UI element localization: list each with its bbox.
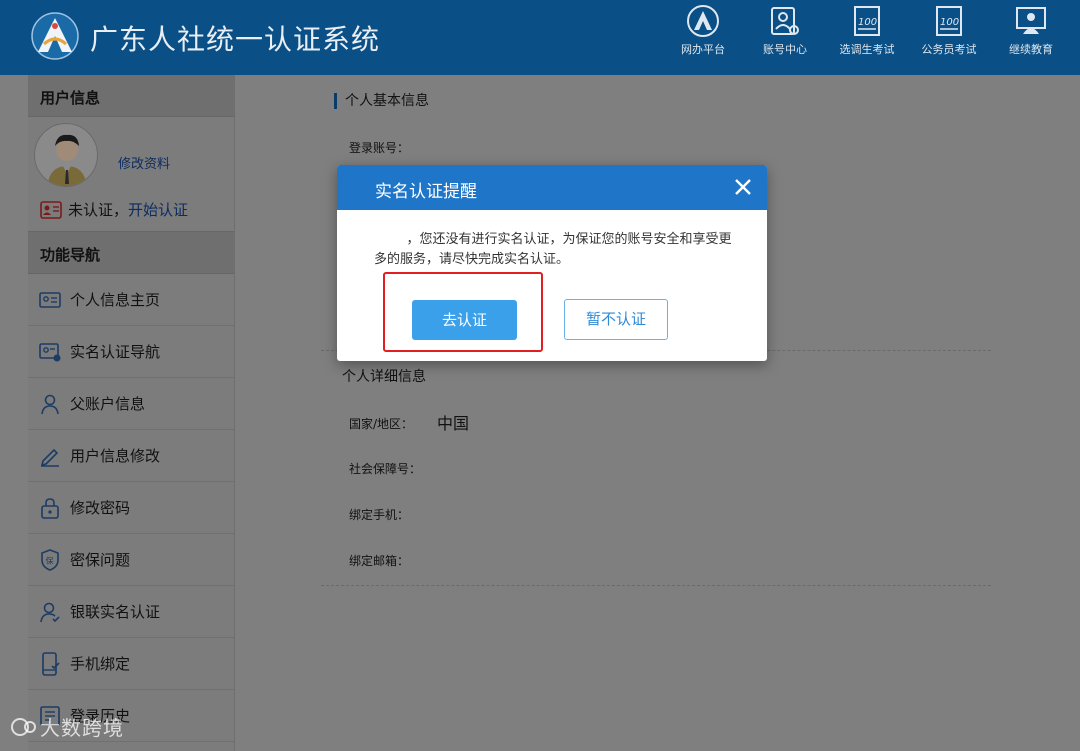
sidebar-item-label: 密保问题	[70, 551, 131, 569]
svg-text:100: 100	[858, 17, 877, 28]
bound-phone-label: 绑定手机：	[349, 508, 410, 522]
nav-label: 选调生考试	[839, 43, 895, 56]
sidebar-item-security-question[interactable]: 保 密保问题	[28, 534, 234, 586]
edit-profile-link[interactable]: 修改资料	[118, 153, 170, 172]
exam-paper-icon: 100	[936, 6, 962, 36]
user-card-icon	[771, 7, 799, 35]
dialog-message: ，您还没有进行实名认证，为保证您的账号安全和享受更多的服务，请尽快完成实名认证。	[374, 232, 732, 267]
phone-icon	[42, 651, 60, 676]
unverified-id-icon	[40, 200, 62, 219]
sidebar-item-unionpay-auth[interactable]: 银联实名认证	[28, 586, 234, 638]
country-value: 中国	[437, 414, 470, 433]
user-box: 修改资料 未认证， 开始认证	[28, 117, 234, 232]
nav-item-account-center[interactable]: 账号中心	[744, 0, 826, 75]
dialog-header: 实名认证提醒	[337, 165, 767, 210]
nav-label: 账号中心	[763, 43, 807, 56]
sidebar-item-label: 个人信息主页	[70, 291, 161, 309]
watermark: 大数跨境	[10, 712, 124, 741]
person-check-icon	[40, 602, 60, 622]
verify-card-icon	[39, 342, 61, 361]
sidebar-item-label: 父账户信息	[70, 395, 146, 413]
skip-verify-button[interactable]: 暂不认证	[564, 299, 668, 340]
lock-icon	[41, 497, 59, 519]
avatar[interactable]	[34, 123, 98, 187]
sidebar-item-realname-nav[interactable]: 实名认证导航	[28, 326, 234, 378]
login-account-label: 登录账号：	[349, 141, 410, 155]
sidebar-item-label: 实名认证导航	[70, 343, 161, 361]
nav-label: 继续教育	[1009, 43, 1053, 56]
sidebar-item-label: 用户信息修改	[70, 447, 161, 465]
top-header: 广东人社统一认证系统 网办平台 账号中心 100 选调生考试 100 公务员考试…	[0, 0, 1080, 75]
sidebar-item-label: 修改密码	[70, 499, 131, 517]
section-divider	[321, 585, 991, 586]
teacher-board-icon	[1016, 7, 1046, 34]
sidebar-item-change-password[interactable]: 修改密码	[28, 482, 234, 534]
nav-label: 网办平台	[681, 43, 725, 56]
sidebar-item-label: 银联实名认证	[70, 603, 161, 621]
nav-item-civil-exam[interactable]: 100 公务员考试	[908, 0, 990, 75]
mountain-badge-icon	[687, 5, 719, 37]
nav-item-online-platform[interactable]: 网办平台	[662, 0, 744, 75]
auth-status-text: 未认证，	[68, 201, 129, 219]
sidebar-item-parent-account[interactable]: 父账户信息	[28, 378, 234, 430]
detail-info-title: 个人详细信息	[342, 369, 426, 385]
nav-item-continuing-edu[interactable]: 继续教育	[990, 0, 1072, 75]
svg-text:保: 保	[46, 555, 54, 565]
avatar-person-icon	[47, 134, 87, 186]
id-card-icon	[39, 291, 61, 308]
user-info-heading: 用户信息	[28, 75, 234, 117]
auth-status-row: 未认证， 开始认证	[40, 199, 188, 220]
start-auth-link[interactable]: 开始认证	[128, 199, 188, 220]
sidebar-item-label: 手机绑定	[70, 655, 131, 673]
sidebar-item-phone-binding[interactable]: 手机绑定	[28, 638, 234, 690]
shield-icon: 保	[41, 548, 59, 571]
site-logo	[31, 12, 79, 60]
basic-info-title: 个人基本信息	[334, 93, 429, 109]
exam-paper-icon: 100	[854, 6, 880, 36]
pencil-icon	[40, 448, 59, 467]
dialog-title: 实名认证提醒	[375, 182, 477, 202]
watermark-text: 大数跨境	[40, 716, 124, 740]
sidebar: 用户信息 修改资料 未认证， 开始认证 功能导航 个人信息主页 实名认证导航 父…	[28, 75, 235, 751]
sidebar-item-personal-home[interactable]: 个人信息主页	[28, 274, 234, 326]
watermark-logo-icon	[11, 717, 36, 736]
country-label: 国家/地区：	[349, 417, 414, 431]
svg-text:100: 100	[940, 17, 959, 28]
close-icon[interactable]	[733, 177, 753, 197]
sidebar-item-edit-user[interactable]: 用户信息修改	[28, 430, 234, 482]
site-title: 广东人社统一认证系统	[90, 23, 381, 56]
ssn-label: 社会保障号：	[349, 462, 422, 476]
nav-heading: 功能导航	[28, 232, 234, 274]
nav-label: 公务员考试	[921, 43, 977, 56]
person-icon	[41, 394, 59, 414]
nav-item-selection-exam[interactable]: 100 选调生考试	[826, 0, 908, 75]
bound-email-label: 绑定邮箱：	[349, 554, 410, 568]
top-nav: 网办平台 账号中心 100 选调生考试 100 公务员考试 继续教育	[662, 0, 1072, 75]
highlight-annotation	[383, 272, 543, 352]
